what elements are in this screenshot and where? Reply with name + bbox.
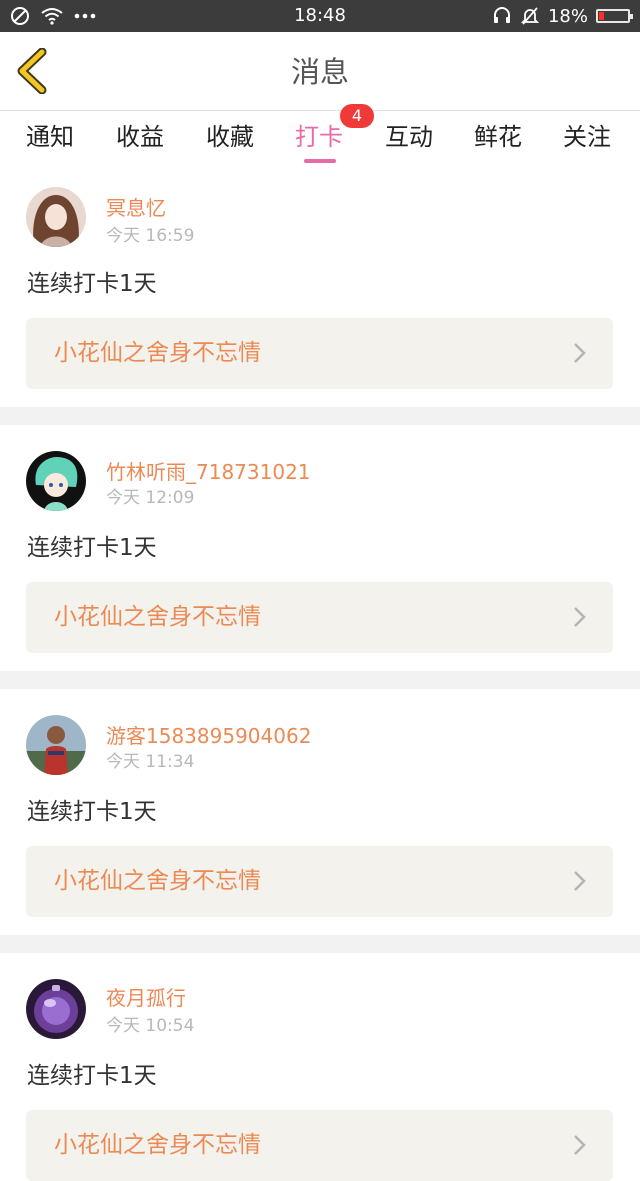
- book-title: 小花仙之舍身不忘情: [54, 1132, 261, 1158]
- timestamp: 今天 12:09: [106, 488, 195, 508]
- user-name[interactable]: 夜月孤行: [106, 985, 186, 1011]
- book-title: 小花仙之舍身不忘情: [54, 868, 261, 894]
- tab-flowers[interactable]: 鲜花: [474, 121, 522, 153]
- book-link-card[interactable]: 小花仙之舍身不忘情: [26, 582, 613, 653]
- list-item: 竹林听雨_718731021 今天 12:09 连续打卡1天 小花仙之舍身不忘情: [0, 425, 640, 671]
- user-name[interactable]: 游客1583895904062: [106, 723, 311, 749]
- tab-interaction[interactable]: 互动: [385, 121, 433, 153]
- app-header: 消息: [0, 32, 640, 111]
- avatar[interactable]: [26, 187, 86, 247]
- battery-percent: 18%: [547, 5, 588, 27]
- checkin-text: 连续打卡1天: [27, 1063, 157, 1089]
- list-item: 冥息忆 今天 16:59 连续打卡1天 小花仙之舍身不忘情: [0, 171, 640, 407]
- battery-level: [599, 12, 605, 20]
- checkin-text: 连续打卡1天: [27, 799, 157, 825]
- divider: [0, 407, 640, 425]
- page-title: 消息: [290, 55, 349, 89]
- book-link-card[interactable]: 小花仙之舍身不忘情: [26, 846, 613, 917]
- chevron-right-icon: [574, 871, 586, 891]
- status-icons-right: 18%: [492, 5, 633, 27]
- tab-notification[interactable]: 通知: [26, 121, 74, 153]
- active-tab-indicator: [304, 159, 336, 163]
- user-name[interactable]: 竹林听雨_718731021: [106, 459, 311, 485]
- divider: [0, 671, 640, 689]
- timestamp: 今天 16:59: [106, 226, 195, 246]
- book-title: 小花仙之舍身不忘情: [54, 604, 261, 630]
- checkin-text: 连续打卡1天: [27, 271, 157, 297]
- timestamp: 今天 11:34: [106, 752, 195, 772]
- book-link-card[interactable]: 小花仙之舍身不忘情: [26, 1110, 613, 1181]
- timestamp: 今天 10:54: [106, 1016, 195, 1036]
- user-name[interactable]: 冥息忆: [106, 195, 166, 221]
- divider: [0, 935, 640, 953]
- book-title: 小花仙之舍身不忘情: [54, 340, 261, 366]
- chevron-right-icon: [574, 1135, 586, 1155]
- book-link-card[interactable]: 小花仙之舍身不忘情: [26, 318, 613, 389]
- tab-bar: 通知 收益 收藏 打卡 互动 鲜花 关注: [0, 111, 640, 171]
- battery-icon: [596, 9, 633, 23]
- tab-favorites[interactable]: 收藏: [206, 121, 254, 153]
- avatar[interactable]: [26, 979, 86, 1039]
- mute-bell-icon: [520, 7, 540, 25]
- tab-follow[interactable]: 关注: [563, 121, 611, 153]
- checkin-text: 连续打卡1天: [27, 535, 157, 561]
- tab-earnings[interactable]: 收益: [116, 121, 164, 153]
- tab-checkin[interactable]: 打卡: [295, 121, 343, 153]
- status-bar: 18:48 18%: [0, 0, 640, 32]
- chevron-right-icon: [574, 607, 586, 627]
- checkin-unread-badge: 4: [340, 104, 374, 128]
- list-item: 游客1583895904062 今天 11:34 连续打卡1天 小花仙之舍身不忘…: [0, 689, 640, 935]
- avatar[interactable]: [26, 715, 86, 775]
- avatar[interactable]: [26, 451, 86, 511]
- chevron-right-icon: [574, 343, 586, 363]
- headset-icon: [493, 7, 510, 23]
- list-item: 夜月孤行 今天 10:54 连续打卡1天 小花仙之舍身不忘情: [0, 953, 640, 1181]
